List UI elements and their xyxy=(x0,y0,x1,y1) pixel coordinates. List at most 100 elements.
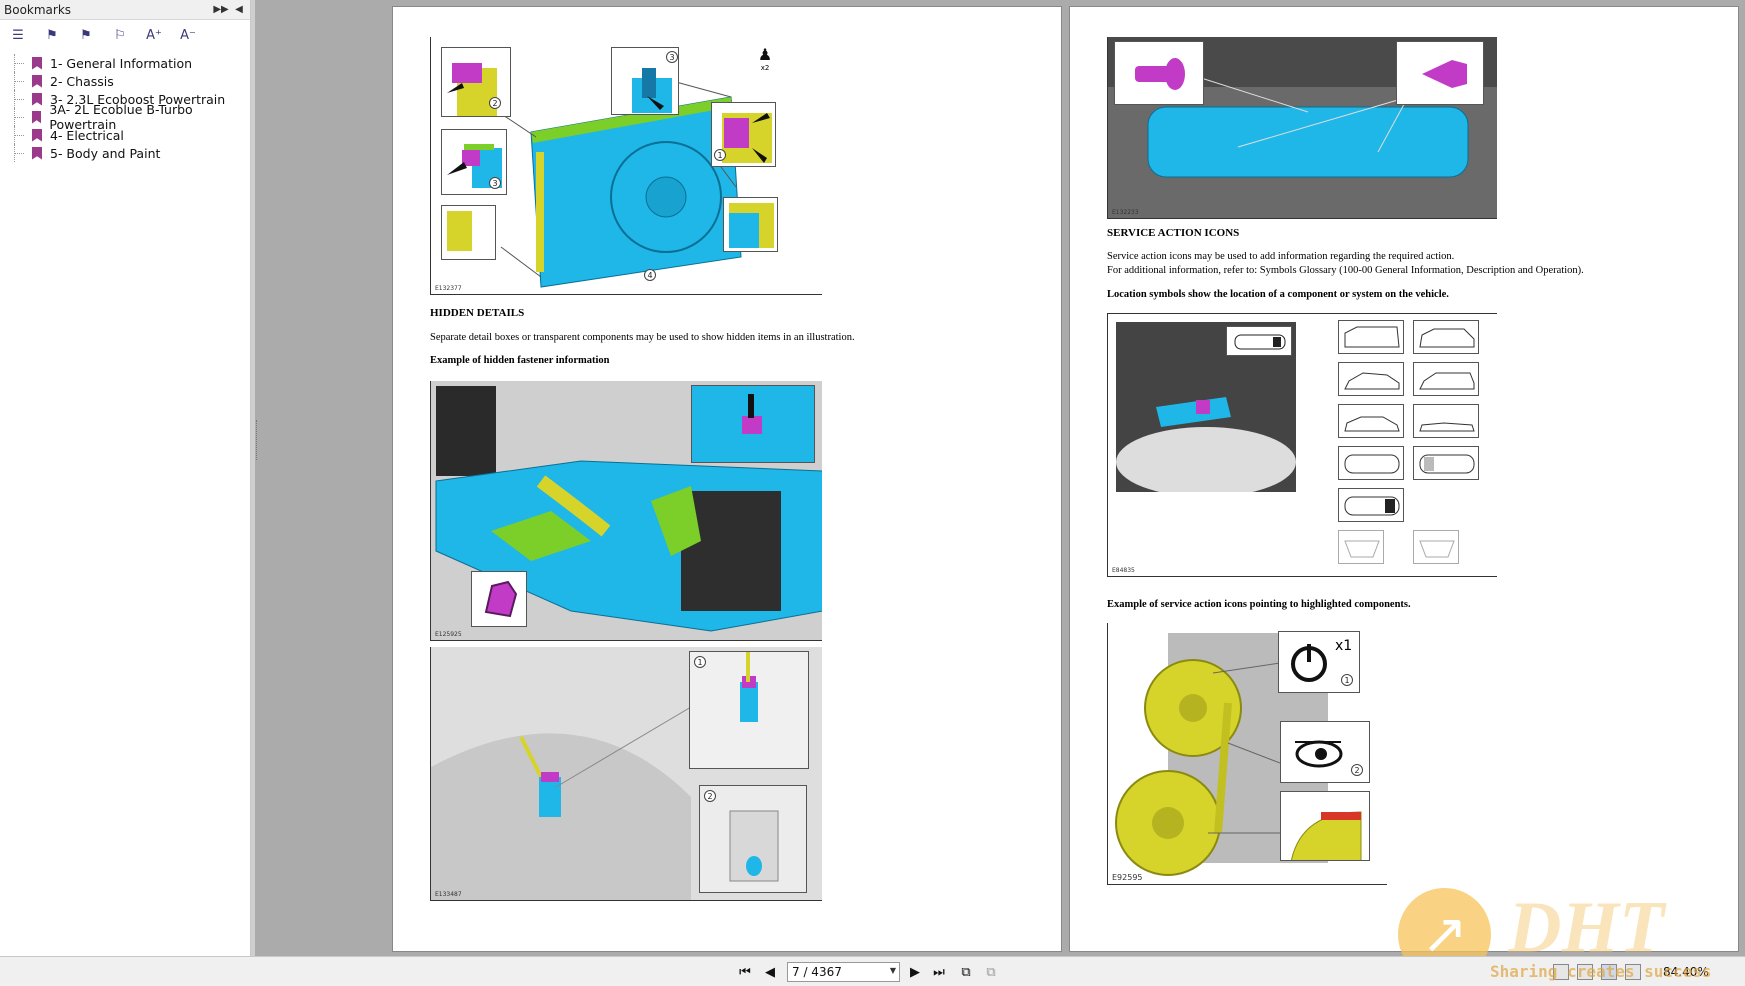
dashboard-left-icon xyxy=(1338,530,1384,564)
bookmark-icon xyxy=(32,74,42,88)
vehicle-top-view-icon xyxy=(1226,326,1292,356)
figure-wheel-arch: 1 2 E133487 xyxy=(430,647,822,901)
figure-radiator-assembly: ♟ x2 2 3 3 1 4 E132377 xyxy=(430,37,822,295)
location-symbols-heading: Location symbols show the location of a … xyxy=(1107,289,1449,300)
bookmark-item[interactable]: 1- General Information xyxy=(10,54,250,72)
bookmark-icon xyxy=(32,56,42,70)
figure-center-console: E125925 xyxy=(430,381,822,641)
figure-drive-belt: x1 1 2 E92595 xyxy=(1107,623,1387,885)
last-page-icon[interactable]: ⏭ xyxy=(930,963,948,981)
bookmark-label: 4- Electrical xyxy=(50,127,124,143)
pdf-viewer-window: Bookmarks ▶▶ ◀ ☰ ⚑ ⚑ ⚐ A⁺ A⁻ 1- General … xyxy=(0,0,1745,986)
car-top-view-rear-icon xyxy=(1338,488,1404,522)
first-page-icon[interactable]: ⏮ xyxy=(736,963,754,981)
callout-number: 3 xyxy=(489,177,501,189)
suv-side-icon xyxy=(1413,320,1479,354)
go-back-view-icon[interactable]: ⧉ xyxy=(957,963,975,981)
detail-box-clip-1: 1 xyxy=(689,651,809,769)
bookmark-item[interactable]: 4- Electrical xyxy=(10,126,250,144)
car-top-view-icon xyxy=(1338,446,1404,480)
bookmark-icon xyxy=(32,110,42,124)
bookmark-label: 1- General Information xyxy=(50,55,193,71)
document-page-left: ♟ x2 2 3 3 1 4 E132377 HIDDEN DETAILS Se… xyxy=(392,6,1062,952)
person-quantity: x2 xyxy=(760,64,770,72)
convertible-side-icon xyxy=(1413,404,1479,438)
callout-number: 1 xyxy=(714,149,726,161)
sedan-side-icon xyxy=(1338,404,1404,438)
chevron-down-icon[interactable]: ▼ xyxy=(890,966,896,975)
belt-ribs-detail xyxy=(1280,791,1370,861)
bookmark-tree: 1- General Information 2- Chassis 3- 2.3… xyxy=(0,54,250,162)
go-forward-view-icon[interactable]: ⧉ xyxy=(982,963,1000,981)
car-top-view-front-icon xyxy=(1413,446,1479,480)
fastener-heading: Example of hidden fastener information xyxy=(430,355,610,366)
bookmark-item[interactable]: 5- Body and Paint xyxy=(10,144,250,162)
watermark-tagline: Sharing creates success xyxy=(1490,962,1712,981)
person-icon: ♟ x2 xyxy=(754,45,776,75)
font-smaller-icon[interactable]: A⁻ xyxy=(176,25,200,45)
bookmark-icon xyxy=(32,92,42,106)
service-icons-example-heading: Example of service action icons pointing… xyxy=(1107,599,1411,610)
detail-box-2 xyxy=(441,47,511,117)
service-action-heading: SERVICE ACTION ICONS xyxy=(1107,227,1240,239)
figure-code: E92595 xyxy=(1112,873,1143,882)
list-options-icon[interactable]: ☰ xyxy=(6,25,30,45)
figure-code: E133487 xyxy=(435,891,462,898)
next-page-icon[interactable]: ▶ xyxy=(906,963,924,981)
figure-code: E125925 xyxy=(435,631,462,638)
page-navigation-bar: ⏮ ◀ 7 / 4367 ▼ ▶ ⏭ ⧉ ⧉ 84.40% xyxy=(0,956,1745,986)
callout-number: 4 xyxy=(644,269,656,281)
inspect-action-icon: 2 xyxy=(1280,721,1370,783)
figure-underbody-shield: E132233 xyxy=(1107,37,1497,219)
callout-number: 1 xyxy=(694,656,706,668)
hidden-details-heading: HIDDEN DETAILS xyxy=(430,307,525,319)
callout-number: 2 xyxy=(489,97,501,109)
callout-number: 2 xyxy=(1351,764,1363,776)
figure-code: E84835 xyxy=(1112,567,1135,574)
bookmarks-panel: Bookmarks ▶▶ ◀ ☰ ⚑ ⚑ ⚐ A⁺ A⁻ 1- General … xyxy=(0,0,251,956)
push-pin-detail-1 xyxy=(1114,41,1204,105)
service-text-1: Service action icons may be used to add … xyxy=(1107,251,1455,262)
bookmark-item[interactable]: 2- Chassis xyxy=(10,72,250,90)
detail-box-4 xyxy=(441,205,496,260)
van-side-icon xyxy=(1338,320,1404,354)
bookmark-label: 5- Body and Paint xyxy=(50,145,161,161)
wagon-side-icon xyxy=(1413,362,1479,396)
hidden-fastener-icon xyxy=(471,571,527,627)
bookmark-label: 2- Chassis xyxy=(50,73,114,89)
bookmark-collapse-icon[interactable]: ⚑ xyxy=(74,25,98,45)
bookmark-item[interactable]: 3A- 2L Ecoblue B-Turbo Powertrain xyxy=(10,102,250,132)
rotate-action-icon: x1 1 xyxy=(1278,631,1360,693)
panel-splitter[interactable] xyxy=(251,0,255,956)
page-number-value: 7 / 4367 xyxy=(792,965,842,979)
font-larger-icon[interactable]: A⁺ xyxy=(142,25,166,45)
figure-location-symbols: E84835 xyxy=(1107,313,1497,577)
hidden-details-text: Separate detail boxes or transparent com… xyxy=(430,332,855,343)
bookmark-icon xyxy=(32,146,42,160)
detail-box-clip-2: 2 xyxy=(699,785,807,893)
bookmarks-toolbar: ☰ ⚑ ⚑ ⚐ A⁺ A⁻ xyxy=(0,20,250,50)
callout-number: 2 xyxy=(704,790,716,802)
figure-code: E132377 xyxy=(435,285,462,292)
location-detail-image xyxy=(1116,322,1296,492)
bookmark-icon xyxy=(32,128,42,142)
splitter-grip[interactable] xyxy=(256,420,258,460)
hatchback-side-icon xyxy=(1338,362,1404,396)
detail-box-5 xyxy=(723,197,778,252)
bookmark-expand-icon[interactable]: ⚑ xyxy=(40,25,64,45)
bookmark-find-icon[interactable]: ⚐ xyxy=(108,25,132,45)
bookmarks-header: Bookmarks ▶▶ ◀ xyxy=(0,0,250,20)
expand-panel-icon[interactable]: ▶▶ xyxy=(213,3,228,17)
dashboard-right-icon xyxy=(1413,530,1459,564)
bookmarks-title: Bookmarks xyxy=(4,2,72,17)
callout-number: 3 xyxy=(666,51,678,63)
collapse-panel-icon[interactable]: ◀ xyxy=(232,3,246,17)
page-number-input[interactable]: 7 / 4367 ▼ xyxy=(787,962,900,982)
rotate-quantity: x1 xyxy=(1335,638,1353,654)
service-text-2: For additional information, refer to: Sy… xyxy=(1107,265,1584,276)
push-pin-detail-2 xyxy=(1396,41,1484,105)
previous-page-icon[interactable]: ◀ xyxy=(761,963,779,981)
detail-box-fastener xyxy=(691,385,815,463)
figure-code: E132233 xyxy=(1112,209,1139,216)
document-page-right: E132233 SERVICE ACTION ICONS Service act… xyxy=(1069,6,1739,952)
